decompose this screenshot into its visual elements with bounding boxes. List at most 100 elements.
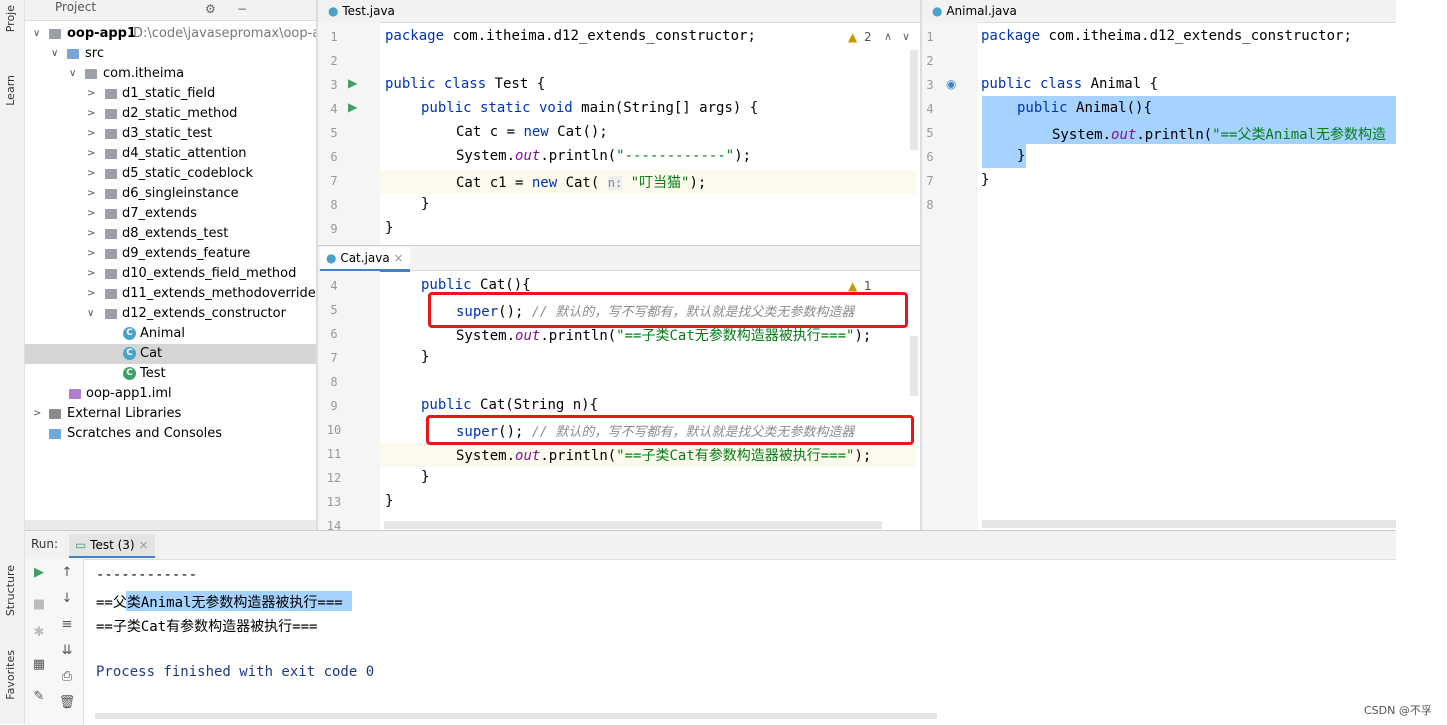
chevron-right-icon[interactable]: >: [87, 184, 95, 204]
chevron-right-icon[interactable]: >: [87, 224, 95, 244]
code-line-5[interactable]: System.out.println("==父类Animal无参数构造: [1052, 124, 1396, 144]
chevron-right-icon[interactable]: >: [87, 84, 95, 104]
tree-folder[interactable]: > d2_static_method: [25, 104, 316, 124]
chevron-right-icon[interactable]: >: [33, 404, 41, 424]
code-line-12[interactable]: }: [421, 469, 429, 485]
chevron-right-icon[interactable]: >: [87, 124, 95, 144]
code-line-6[interactable]: System.out.println("==子类Cat无参数构造器被执行==="…: [456, 325, 871, 345]
code-line-9[interactable]: }: [385, 220, 393, 236]
tree-package[interactable]: ∨ com.itheima: [25, 64, 316, 84]
run-tab[interactable]: ▭ Test (3) ×: [69, 534, 155, 558]
trash-icon[interactable]: 🗑: [57, 693, 77, 713]
folder-label: d2_static_method: [122, 106, 238, 121]
tree-folder[interactable]: > d7_extends: [25, 204, 316, 224]
chevron-down-icon[interactable]: ∨: [87, 304, 94, 324]
horizontal-scrollbar[interactable]: [982, 520, 1396, 528]
tree-folder[interactable]: > d8_extends_test: [25, 224, 316, 244]
tree-folder[interactable]: > d9_extends_feature: [25, 244, 316, 264]
tree-root[interactable]: ∨ oop-app1 D:\code\javasepromax\oop-ap: [25, 24, 329, 44]
run-gutter-icon[interactable]: ▶: [348, 76, 357, 90]
vertical-scrollbar[interactable]: [910, 336, 918, 396]
code-line-9[interactable]: public Cat(String n){: [421, 397, 598, 413]
package-icon: [105, 129, 117, 139]
chevron-right-icon[interactable]: >: [87, 244, 95, 264]
tree-folder[interactable]: > d11_extends_methodoverride: [25, 284, 316, 304]
code-line-4[interactable]: public Animal(){: [1017, 100, 1152, 116]
code-line-5[interactable]: Cat c = new Cat();: [456, 124, 608, 140]
scroll-to-end-icon[interactable]: ⇊: [57, 641, 77, 661]
structure-tool-button[interactable]: Structure: [4, 565, 17, 616]
chevron-right-icon[interactable]: >: [87, 164, 95, 184]
code-line-11[interactable]: System.out.println("==子类Cat有参数构造器被执行==="…: [456, 445, 871, 465]
chevron-right-icon[interactable]: >: [87, 104, 95, 124]
tab-animal-java[interactable]: ● Animal.java: [926, 0, 1023, 22]
rerun-icon[interactable]: ▶: [29, 563, 49, 583]
tree-class[interactable]: C Animal: [25, 324, 316, 344]
tree-folder[interactable]: > d5_static_codeblock: [25, 164, 316, 184]
close-icon[interactable]: ×: [138, 538, 148, 552]
code-line-7[interactable]: }: [981, 172, 989, 188]
package-label: com.itheima: [103, 66, 185, 81]
tree-class-selected[interactable]: C Cat: [25, 344, 316, 364]
override-gutter-icon[interactable]: ◉: [946, 77, 956, 91]
code-line-7[interactable]: Cat c1 = new Cat( n: "叮当猫");: [456, 172, 706, 192]
tree-iml[interactable]: oop-app1.iml: [25, 384, 316, 404]
code-line-6[interactable]: }: [1017, 148, 1025, 164]
code-line-3[interactable]: public class Test {: [385, 76, 545, 92]
tree-scratches[interactable]: Scratches and Consoles: [25, 424, 316, 444]
code-line-7[interactable]: }: [421, 349, 429, 365]
tab-bar-animal: ● Animal.java: [922, 0, 1396, 23]
chevron-right-icon[interactable]: >: [87, 264, 95, 284]
tree-folder[interactable]: ∨ d12_extends_constructor: [25, 304, 316, 324]
horizontal-scrollbar[interactable]: [25, 520, 316, 530]
collapse-icon[interactable]: −: [237, 2, 247, 16]
tree-src[interactable]: ∨ src: [25, 44, 316, 64]
tree-folder[interactable]: > d10_extends_field_method: [25, 264, 316, 284]
chevron-right-icon[interactable]: >: [87, 144, 95, 164]
chevron-right-icon[interactable]: >: [87, 284, 95, 304]
settings-icon[interactable]: ⚙: [205, 2, 216, 16]
code-line-4[interactable]: public Cat(){: [421, 277, 531, 293]
chevron-down-icon[interactable]: ∨: [51, 44, 58, 64]
code-line-3[interactable]: public class Animal {: [981, 76, 1158, 92]
layout-icon[interactable]: ▦: [29, 655, 49, 675]
code-line-6[interactable]: System.out.println("------------");: [456, 148, 751, 164]
tab-cat-java[interactable]: ● Cat.java ×: [320, 247, 410, 272]
tree-class[interactable]: C Test: [25, 364, 316, 384]
stop-icon[interactable]: ■: [29, 595, 49, 615]
tree-folder[interactable]: > d6_singleinstance: [25, 184, 316, 204]
chevron-down-icon[interactable]: ∨: [69, 64, 76, 84]
code-line-1[interactable]: package com.itheima.d12_extends_construc…: [981, 28, 1352, 44]
chevron-right-icon[interactable]: >: [87, 204, 95, 224]
arrow-up-icon[interactable]: ↑: [57, 563, 77, 583]
close-icon[interactable]: ×: [394, 251, 404, 265]
code-line-13[interactable]: }: [385, 493, 393, 509]
run-gutter-icon[interactable]: ▶: [348, 100, 357, 114]
project-header-label[interactable]: Project: [55, 0, 96, 14]
favorites-tool-button[interactable]: Favorites: [4, 650, 17, 700]
horizontal-scrollbar[interactable]: [384, 521, 882, 529]
folder-label: d5_static_codeblock: [122, 166, 254, 181]
chevron-up-icon[interactable]: ∧: [884, 30, 892, 43]
tree-folder[interactable]: > d4_static_attention: [25, 144, 316, 164]
code-line-8[interactable]: }: [421, 196, 429, 212]
pin-icon[interactable]: ✎: [29, 687, 49, 707]
chevron-down-icon[interactable]: ∨: [902, 30, 910, 43]
chevron-down-icon[interactable]: ∨: [33, 24, 40, 44]
tab-test-java[interactable]: ● Test.java: [322, 0, 401, 22]
warning-icon[interactable]: ▲: [848, 30, 857, 44]
horizontal-scrollbar[interactable]: [95, 713, 937, 719]
project-tool-button[interactable]: Proje: [4, 5, 17, 32]
print-icon[interactable]: ⎙: [57, 667, 77, 687]
debug-icon[interactable]: ✱: [29, 623, 49, 643]
tree-folder[interactable]: > d3_static_test: [25, 124, 316, 144]
arrow-down-icon[interactable]: ↓: [57, 589, 77, 609]
tree-external-libraries[interactable]: > External Libraries: [25, 404, 316, 424]
code-line-4[interactable]: public static void main(String[] args) {: [421, 100, 758, 116]
warning-icon[interactable]: ▲: [848, 279, 857, 293]
soft-wrap-icon[interactable]: ≡: [57, 615, 77, 635]
learn-tool-button[interactable]: Learn: [4, 75, 17, 106]
tree-folder[interactable]: > d1_static_field: [25, 84, 316, 104]
code-line-1[interactable]: package com.itheima.d12_extends_construc…: [385, 28, 756, 44]
root-path: D:\code\javasepromax\oop-ap: [133, 26, 329, 41]
